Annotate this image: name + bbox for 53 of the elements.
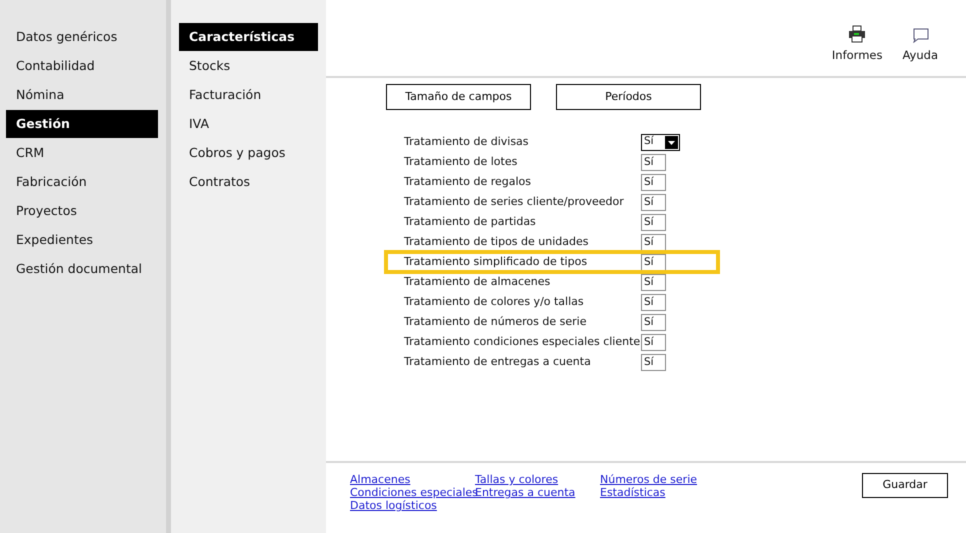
menu-item[interactable]: Características [179,23,318,51]
menu-item[interactable]: Expedientes [6,226,94,254]
setting-label: Tratamiento de entregas a cuenta [404,354,592,370]
input-field[interactable]: Sí [641,154,666,170]
link[interactable]: Números de serie [600,473,698,486]
menu-item[interactable]: Fabricación [6,168,87,196]
toolbar-button[interactable]: Ayuda [902,26,938,64]
input-field[interactable]: Sí [641,274,666,290]
link[interactable]: Condiciones especiales [350,486,478,499]
input-field[interactable]: Sí [641,354,666,370]
input-field[interactable]: Sí [641,294,666,310]
input-field[interactable]: Sí [641,174,666,190]
menu-item[interactable]: Proyectos [6,197,77,225]
action-button[interactable]: Tamaño de campos [386,84,531,110]
menu-item[interactable]: Contabilidad [6,52,95,80]
setting-label: Tratamiento de regalos [404,174,532,190]
menu-item[interactable]: CRM [6,139,44,167]
setting-label: Tratamiento de series cliente/proveedor [404,194,625,210]
setting-label: Tratamiento de números de serie [404,314,588,330]
setting-label: Tratamiento condiciones especiales cliente [404,334,641,350]
menu-item[interactable]: Cobros y pagos [179,139,286,167]
menu-item[interactable]: Gestión [6,110,158,138]
input-field[interactable]: Sí [641,254,666,270]
link[interactable]: Entregas a cuenta [475,486,576,499]
caret-icon [665,136,678,148]
setting-label: Tratamiento de partidas [404,214,537,230]
link[interactable]: Tallas y colores [475,473,558,486]
printer-icon [848,24,866,43]
menu-item[interactable]: Gestión documental [6,255,142,283]
toolbar-button[interactable]: Informes [832,24,882,64]
setting-label: Tratamiento de lotes [404,154,518,170]
input-field[interactable]: Sí [641,314,666,330]
menu-item[interactable]: Facturación [179,81,262,109]
input-field[interactable]: Sí [641,234,666,250]
input-field[interactable]: Sí [641,214,666,230]
link[interactable]: Datos logísticos [350,499,437,512]
setting-label: Tratamiento de colores y/o tallas [404,294,585,310]
menu-item[interactable]: Contratos [179,168,250,196]
setting-label: Tratamiento de divisas [404,134,530,150]
save-button[interactable]: Guardar [862,473,948,498]
menu-item[interactable]: IVA [179,110,209,138]
input-field[interactable]: Sí [641,334,666,350]
link[interactable]: Almacenes [350,473,410,486]
menu-item[interactable]: Stocks [179,52,230,80]
setting-label: Tratamiento de tipos de unidades [404,234,590,250]
action-button[interactable]: Períodos [556,84,701,110]
input-field[interactable]: Sí [641,194,666,210]
dropdown[interactable]: Sí [641,134,680,150]
link[interactable]: Estadísticas [600,486,666,499]
setting-label: Tratamiento simplificado de tipos [404,254,588,270]
menu-item[interactable]: Nómina [6,81,64,109]
setting-label: Tratamiento de almacenes [404,274,552,290]
menu-item[interactable]: Datos genéricos [6,23,118,51]
